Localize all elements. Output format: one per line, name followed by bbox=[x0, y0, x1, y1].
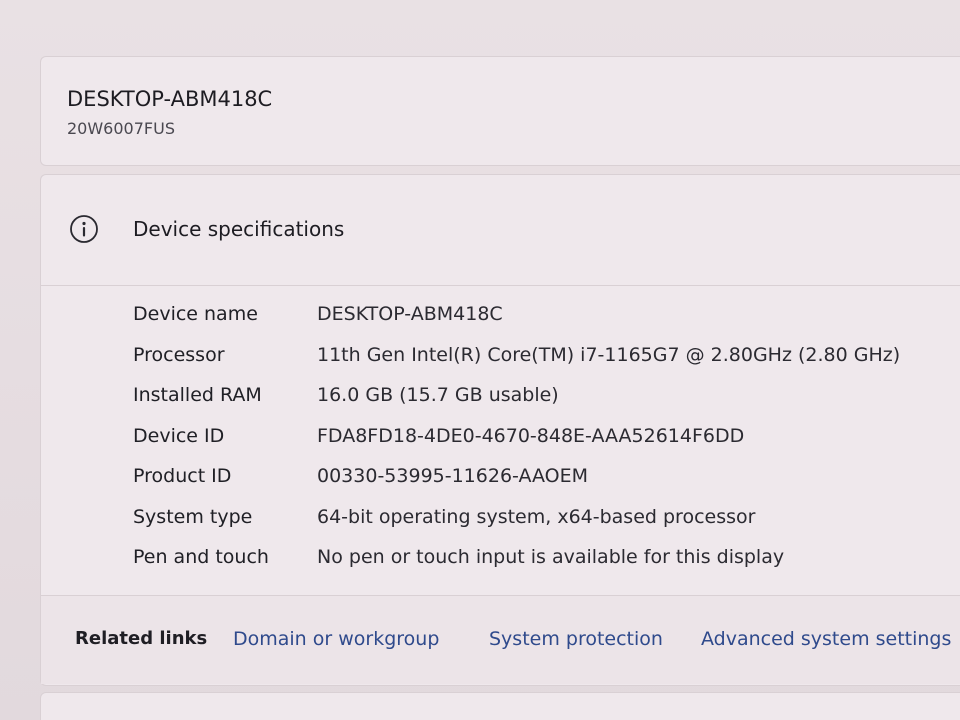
info-icon bbox=[70, 215, 98, 243]
related-links-label: Related links bbox=[75, 628, 208, 649]
spec-row-device-id: Device ID FDA8FD18-4DE0-4670-848E-AAA526… bbox=[133, 425, 933, 466]
next-settings-card bbox=[40, 692, 960, 720]
spec-value: 11th Gen Intel(R) Core(TM) i7-1165G7 @ 2… bbox=[317, 343, 901, 366]
device-specifications-card: Device specifications Device name DESKTO… bbox=[40, 174, 960, 686]
spec-label: Device ID bbox=[133, 424, 225, 447]
spec-label: Device name bbox=[133, 303, 258, 325]
spec-label: Pen and touch bbox=[133, 546, 269, 568]
spec-table: Device name DESKTOP-ABM418C Processor 11… bbox=[133, 303, 933, 587]
spec-value: 16.0 GB (15.7 GB usable) bbox=[317, 384, 559, 406]
spec-row-system-type: System type 64-bit operating system, x64… bbox=[133, 506, 933, 547]
settings-about-page: DESKTOP-ABM418C 20W6007FUS Device specif… bbox=[0, 0, 960, 720]
device-model: 20W6007FUS bbox=[67, 119, 175, 138]
related-links-bar: Related links Domain or workgroup System… bbox=[41, 595, 960, 684]
spec-value: No pen or touch input is available for t… bbox=[317, 546, 785, 568]
device-specifications-header[interactable]: Device specifications bbox=[41, 175, 960, 286]
spec-row-processor: Processor 11th Gen Intel(R) Core(TM) i7-… bbox=[133, 344, 933, 385]
system-protection-link[interactable]: System protection bbox=[489, 628, 663, 650]
spec-value: FDA8FD18-4DE0-4670-848E-AAA52614F6DD bbox=[317, 424, 745, 447]
device-name-title: DESKTOP-ABM418C bbox=[67, 87, 273, 111]
device-summary-card: DESKTOP-ABM418C 20W6007FUS bbox=[40, 56, 960, 166]
spec-value: 64-bit operating system, x64-based proce… bbox=[317, 505, 756, 528]
spec-row-product-id: Product ID 00330-53995-11626-AAOEM bbox=[133, 465, 933, 506]
advanced-system-settings-link[interactable]: Advanced system settings bbox=[701, 628, 951, 650]
spec-label: Processor bbox=[133, 343, 225, 366]
spec-row-installed-ram: Installed RAM 16.0 GB (15.7 GB usable) bbox=[133, 384, 933, 425]
spec-value: 00330-53995-11626-AAOEM bbox=[317, 465, 589, 487]
spec-row-pen-and-touch: Pen and touch No pen or touch input is a… bbox=[133, 546, 933, 587]
spec-label: System type bbox=[133, 505, 253, 528]
spec-label: Product ID bbox=[133, 465, 232, 487]
device-specifications-title: Device specifications bbox=[133, 217, 345, 241]
spec-label: Installed RAM bbox=[133, 384, 262, 406]
domain-or-workgroup-link[interactable]: Domain or workgroup bbox=[233, 628, 439, 650]
spec-row-device-name: Device name DESKTOP-ABM418C bbox=[133, 303, 933, 344]
spec-value: DESKTOP-ABM418C bbox=[317, 303, 503, 325]
